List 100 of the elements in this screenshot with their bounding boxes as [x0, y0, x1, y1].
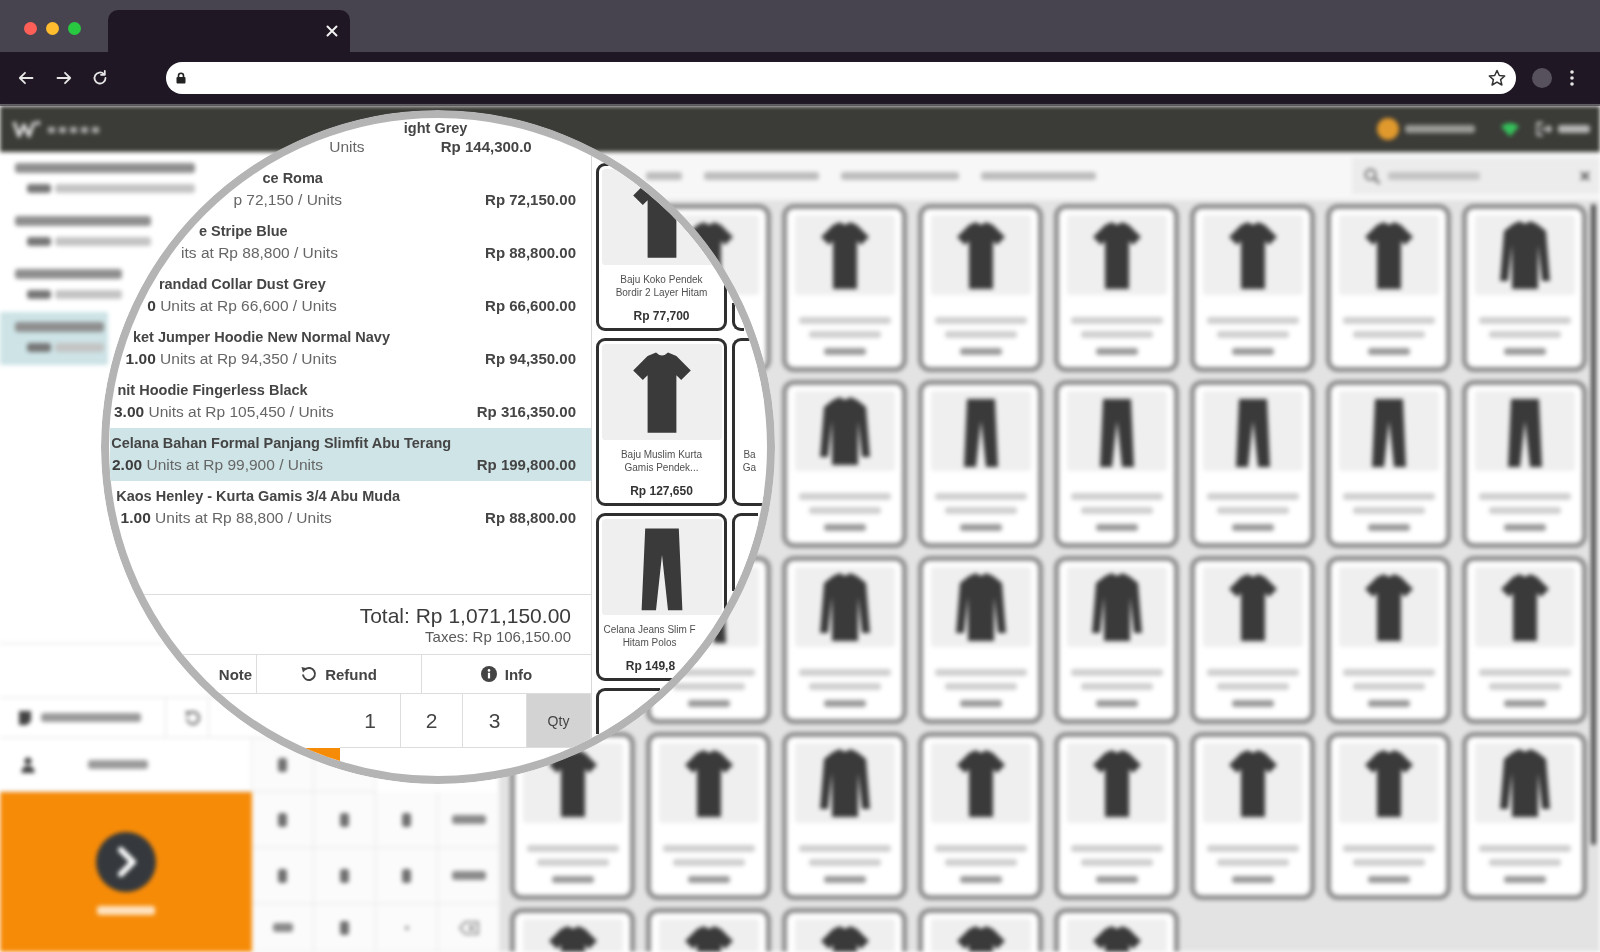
note-icon — [19, 710, 31, 725]
blurred-label — [1367, 876, 1410, 883]
order-line[interactable]: ight Grey Units Rp 144,300.0 — [329, 118, 547, 163]
blurred-label — [959, 348, 1002, 355]
product-card[interactable] — [918, 556, 1043, 724]
numpad-key[interactable]: Qty — [527, 694, 591, 748]
product-name: nit Hoodie Fingerless Black — [117, 382, 308, 399]
blurred-label — [1095, 700, 1138, 707]
product-card[interactable] — [1326, 732, 1451, 900]
scrollbar[interactable] — [1591, 204, 1596, 845]
product-card[interactable] — [918, 732, 1043, 900]
search-field[interactable] — [1352, 158, 1600, 194]
product-card[interactable] — [918, 204, 1043, 372]
blurred-label — [55, 290, 122, 299]
blurred-label — [551, 876, 594, 883]
action-button[interactable]: Note — [215, 655, 257, 693]
blurred-label — [1503, 700, 1546, 707]
product-card[interactable] — [1462, 204, 1587, 372]
blurred-label — [687, 876, 730, 883]
order-line[interactable]: Kaos Henley - Kurta Gamis 3/4 Abu Muda 1.00 Units at Rp 88,800 / Units Rp 88,800.00 — [114, 481, 591, 534]
product-card[interactable] — [732, 303, 744, 331]
quantity-detail: 3.00 Units at Rp 105,450 / Units — [114, 403, 334, 420]
blurred-label — [451, 871, 486, 880]
blurred-label — [340, 868, 349, 883]
blurred-label — [1405, 125, 1475, 133]
blurred-label — [278, 868, 287, 883]
order-line[interactable]: ket Jumper Hoodie New Normal Navy 1.00 Units at Rp 94,350 / Units Rp 94,350.00 — [124, 322, 591, 375]
maximize-window-button[interactable] — [68, 21, 81, 35]
order-line[interactable]: randad Collar Dust Grey 0 Units at Rp 66,600 / Units Rp 66,600.00 — [146, 269, 591, 322]
quantity-detail: Units — [329, 138, 365, 155]
backspace-icon — [458, 920, 479, 935]
product-card[interactable] — [1462, 732, 1587, 900]
blurred-label — [451, 815, 486, 824]
blurred-label — [404, 925, 409, 930]
product-card[interactable] — [1190, 556, 1315, 724]
blurred-label — [1231, 700, 1274, 707]
reload-icon[interactable] — [92, 70, 108, 86]
menu-icon[interactable] — [1570, 70, 1574, 86]
product-name: ket Jumper Hoodie New Normal Navy — [132, 329, 390, 346]
blurred-label — [1367, 524, 1410, 531]
product-card[interactable]: Celana Jeans Slim F Hitam Polos Rp 149,8 — [596, 513, 727, 681]
blurred-label — [1367, 700, 1410, 707]
line-price: Rp 199,800.00 — [476, 456, 576, 473]
sign-out-icon[interactable] — [1536, 122, 1552, 136]
payment-button[interactable] — [0, 792, 252, 952]
back-icon[interactable] — [18, 70, 34, 86]
blurred-label — [1558, 125, 1590, 133]
product-card[interactable] — [1326, 556, 1451, 724]
product-name: randad Collar Dust Grey — [158, 276, 326, 293]
wifi-icon — [1500, 121, 1520, 137]
quantity-detail: 0 Units at Rp 66,600 / Units — [147, 297, 337, 314]
numpad-key[interactable]: 1 — [340, 694, 401, 748]
product-card[interactable] — [782, 204, 907, 372]
product-card[interactable] — [782, 380, 907, 548]
product-card[interactable] — [1054, 732, 1179, 900]
order-line[interactable]: e Stripe Blue its at Rp 88,800 / Units Rp 88,800.00 — [180, 216, 591, 269]
line-price: Rp 66,600.00 — [485, 297, 576, 314]
numpad-key[interactable]: 2 — [401, 694, 463, 748]
minimize-window-button[interactable] — [46, 21, 59, 35]
blurred-label — [823, 524, 866, 531]
product-card[interactable] — [782, 732, 907, 900]
product-card[interactable] — [1462, 556, 1587, 724]
product-card[interactable] — [1054, 380, 1179, 548]
product-card[interactable] — [646, 732, 771, 900]
blurred-label — [1095, 524, 1138, 531]
product-card[interactable] — [782, 556, 907, 724]
product-card[interactable] — [918, 380, 1043, 548]
product-card[interactable] — [1190, 204, 1315, 372]
undo-icon — [301, 666, 318, 682]
product-card[interactable]: Baju Muslim Kurta Gamis Pendek... Rp 127,650 — [596, 338, 727, 506]
order-line[interactable]: ce Roma p 72,150 / Units Rp 72,150.00 — [233, 163, 591, 216]
numpad-key[interactable]: 3 — [463, 694, 527, 748]
blurred-label — [27, 290, 51, 299]
product-card[interactable] — [1054, 556, 1179, 724]
blurred-label — [823, 876, 866, 883]
blurred-label — [1503, 876, 1546, 883]
order-total: Total: Rp 1,071,150.00 — [359, 604, 571, 628]
star-icon[interactable] — [1488, 69, 1506, 87]
product-card[interactable] — [1190, 380, 1315, 548]
product-price: Rp 127,650 — [630, 484, 693, 498]
blurred-label — [27, 184, 51, 193]
quantity-detail: p 72,150 / Units — [233, 191, 342, 208]
chevron-circle-icon — [96, 832, 156, 892]
product-card[interactable]: Ba Ga — [732, 338, 764, 506]
close-window-button[interactable] — [24, 21, 37, 35]
blurred-label — [97, 906, 155, 915]
blurred-label — [402, 812, 411, 827]
blurred-label — [959, 524, 1002, 531]
line-price: Rp 94,350.00 — [485, 350, 576, 367]
product-card[interactable] — [1326, 380, 1451, 548]
product-name: Baju Koko Pendek Bordir 2 Layer Hitam — [615, 273, 708, 299]
blurred-label — [402, 868, 411, 883]
product-card[interactable] — [1190, 732, 1315, 900]
quantity-detail: 1.00 Units at Rp 94,350 / Units — [125, 350, 337, 367]
user-avatar-icon[interactable] — [1377, 118, 1399, 140]
product-card[interactable] — [1326, 204, 1451, 372]
forward-icon[interactable] — [56, 70, 72, 86]
order-line[interactable]: nit Hoodie Fingerless Black 3.00 Units at Rp 105,450 / Units Rp 316,350.00 — [112, 375, 591, 428]
product-card[interactable] — [1054, 204, 1179, 372]
product-card[interactable] — [1462, 380, 1587, 548]
